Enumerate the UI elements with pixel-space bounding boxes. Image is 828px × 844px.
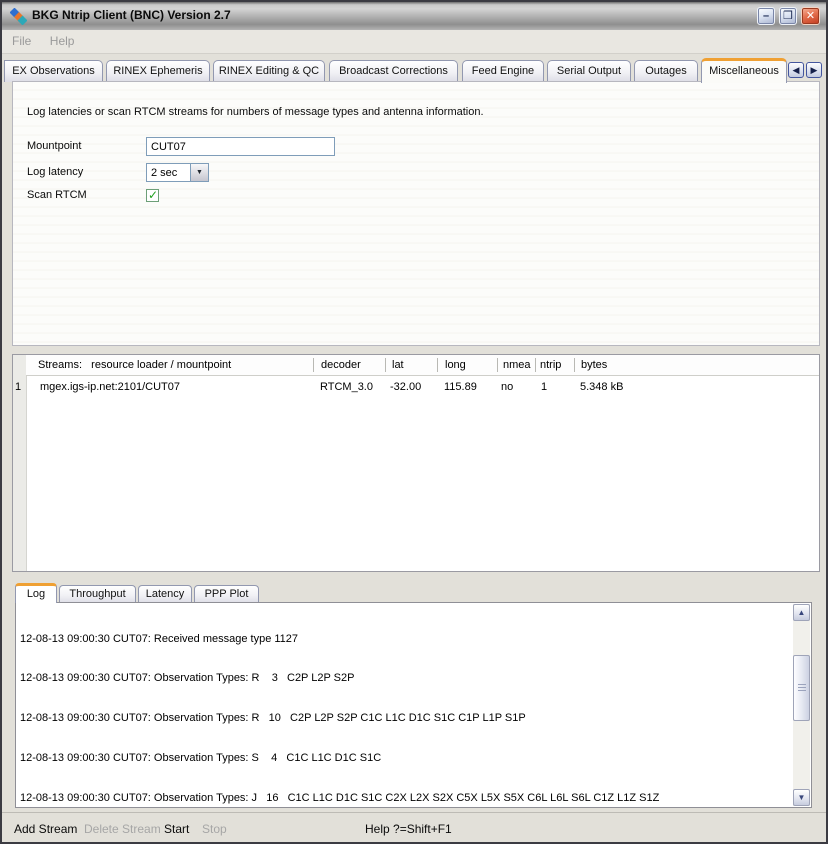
scroll-up-icon[interactable]: ▲ (793, 604, 810, 621)
scan-rtcm-checkbox[interactable]: ✓ (146, 189, 159, 202)
tab-rinex-editing-qc[interactable]: RINEX Editing & QC (213, 60, 325, 82)
stop-button[interactable]: Stop (202, 822, 227, 836)
cell-nmea: no (501, 381, 513, 393)
column-separator (574, 358, 575, 372)
scroll-down-icon[interactable]: ▼ (793, 789, 810, 806)
mountpoint-input[interactable] (146, 137, 335, 156)
log-line: 12-08-13 09:00:30 CUT07: Observation Typ… (20, 672, 791, 685)
window-title: BKG Ntrip Client (BNC) Version 2.7 (32, 8, 231, 22)
scrollbar-grip (798, 684, 806, 693)
tab-scroll-right-icon[interactable]: ▶ (806, 62, 822, 78)
log-line: 12-08-13 09:00:30 CUT07: Observation Typ… (20, 792, 791, 805)
bottom-bar: Add Stream Delete Stream Start Stop Help… (2, 812, 826, 844)
log-line: 12-08-13 09:00:30 CUT07: Received messag… (20, 633, 791, 646)
cell-ntrip: 1 (541, 381, 547, 393)
column-separator (497, 358, 498, 372)
tab-throughput[interactable]: Throughput (59, 585, 136, 603)
col-decoder: decoder (321, 359, 361, 371)
table-row[interactable]: mgex.igs-ip.net:2101/CUT07 RTCM_3.0 -32.… (26, 377, 819, 397)
cell-bytes: 5.348 kB (580, 381, 623, 393)
tab-feed-engine[interactable]: Feed Engine (462, 60, 544, 82)
menu-help[interactable]: Help (50, 34, 75, 48)
log-latency-label: Log latency (27, 166, 83, 178)
log-latency-select[interactable]: 2 sec ▼ (146, 163, 209, 182)
tab-latency[interactable]: Latency (138, 585, 192, 603)
tab-ppp-plot[interactable]: PPP Plot (194, 585, 259, 603)
row-number: 1 (15, 381, 21, 393)
cell-decoder: RTCM_3.0 (320, 381, 373, 393)
tab-scroll-left-icon[interactable]: ◀ (788, 62, 804, 78)
bnc-window: BKG Ntrip Client (BNC) Version 2.7 – ❒ ✕… (0, 0, 828, 844)
title-bar[interactable]: BKG Ntrip Client (BNC) Version 2.7 – ❒ ✕ (2, 2, 826, 31)
miscellaneous-panel: Log latencies or scan RTCM streams for n… (12, 81, 820, 346)
log-latency-value: 2 sec (151, 167, 177, 179)
start-button[interactable]: Start (164, 822, 189, 836)
column-separator (313, 358, 314, 372)
scan-rtcm-label: Scan RTCM (27, 189, 87, 201)
cell-long: 115.89 (444, 381, 477, 393)
panel-description: Log latencies or scan RTCM streams for n… (27, 106, 484, 118)
app-icon (10, 8, 27, 25)
streams-table[interactable]: 1 Streams: resource loader / mountpoint … (12, 354, 820, 572)
column-separator (437, 358, 438, 372)
close-button[interactable]: ✕ (801, 7, 820, 25)
menu-bar: File Help (2, 30, 826, 54)
menu-file[interactable]: File (12, 34, 31, 48)
check-icon: ✓ (148, 188, 158, 202)
minimize-button[interactable]: – (757, 7, 775, 25)
add-stream-button[interactable]: Add Stream (14, 822, 77, 836)
delete-stream-button[interactable]: Delete Stream (84, 822, 161, 836)
column-separator (535, 358, 536, 372)
tab-outages[interactable]: Outages (634, 60, 698, 82)
chevron-down-icon[interactable]: ▼ (190, 164, 208, 181)
tab-miscellaneous[interactable]: Miscellaneous (701, 58, 787, 83)
log-line: 12-08-13 09:00:30 CUT07: Observation Typ… (20, 752, 791, 765)
cell-mountpoint: mgex.igs-ip.net:2101/CUT07 (40, 381, 180, 393)
mountpoint-label: Mountpoint (27, 140, 81, 152)
col-ntrip: ntrip (540, 359, 561, 371)
tab-serial-output[interactable]: Serial Output (547, 60, 631, 82)
tab-broadcast-corrections[interactable]: Broadcast Corrections (329, 60, 458, 82)
col-long: long (445, 359, 466, 371)
log-output[interactable]: 12-08-13 09:00:30 CUT07: Received messag… (15, 602, 812, 808)
col-bytes: bytes (581, 359, 607, 371)
scrollbar-thumb[interactable] (793, 655, 810, 721)
maximize-button[interactable]: ❒ (779, 7, 797, 25)
tab-rinex-ephemeris[interactable]: RINEX Ephemeris (106, 60, 210, 82)
log-lines: 12-08-13 09:00:30 CUT07: Received messag… (20, 606, 791, 808)
help-button[interactable]: Help ?=Shift+F1 (365, 822, 452, 836)
column-separator (385, 358, 386, 372)
col-streams: Streams: resource loader / mountpoint (38, 359, 231, 371)
col-lat: lat (392, 359, 404, 371)
cell-lat: -32.00 (390, 381, 421, 393)
scrollbar[interactable]: ▲ ▼ (793, 604, 810, 806)
tab-rinex-observations[interactable]: EX Observations (4, 60, 103, 82)
col-nmea: nmea (503, 359, 531, 371)
tab-log[interactable]: Log (15, 583, 57, 603)
table-header-row: Streams: resource loader / mountpoint de… (26, 355, 819, 376)
log-line: 12-08-13 09:00:30 CUT07: Observation Typ… (20, 712, 791, 725)
